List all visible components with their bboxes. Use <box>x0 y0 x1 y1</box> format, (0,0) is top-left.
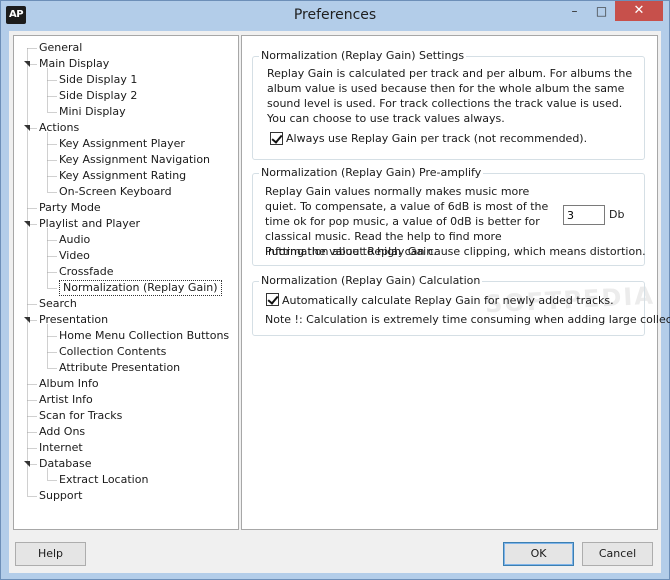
tree-item[interactable]: Actions <box>39 120 79 136</box>
tree-item[interactable]: Support <box>39 488 82 504</box>
tree-item[interactable]: General <box>39 40 82 56</box>
title-bar[interactable]: AP Preferences – □ ✕ <box>1 1 669 31</box>
tree-item[interactable]: Search <box>39 296 77 312</box>
group-replay-gain-settings: Normalization (Replay Gain) Settings Rep… <box>252 49 645 160</box>
clipping-warning: Putting the value to high can cause clip… <box>265 245 646 258</box>
help-button[interactable]: Help <box>15 542 86 566</box>
tree-item[interactable]: Internet <box>39 440 83 456</box>
replay-gain-description: Replay Gain is calculated per track and … <box>267 67 633 125</box>
ok-button[interactable]: OK <box>503 542 574 566</box>
tree-item[interactable]: Video <box>59 248 90 264</box>
tree-item[interactable]: Key Assignment Rating <box>59 168 186 184</box>
group-calculation: Normalization (Replay Gain) Calculation … <box>252 274 670 336</box>
settings-panel: SOFTPEDIA Normalization (Replay Gain) Se… <box>241 35 670 530</box>
db-unit-label: Db <box>609 208 625 221</box>
tree-item[interactable]: Database <box>39 456 92 472</box>
close-button[interactable]: ✕ <box>615 1 663 21</box>
tree-item[interactable]: Mini Display <box>59 104 126 120</box>
expand-arrow-icon[interactable] <box>24 461 30 467</box>
tree-item[interactable]: Normalization (Replay Gain) <box>59 280 222 296</box>
expand-arrow-icon[interactable] <box>24 125 30 131</box>
tree-item[interactable]: Album Info <box>39 376 99 392</box>
tree-item[interactable]: Extract Location <box>59 472 148 488</box>
group-title: Normalization (Replay Gain) Settings <box>259 49 467 62</box>
group-pre-amplify: Normalization (Replay Gain) Pre-amplify … <box>252 166 646 266</box>
pre-amplify-input[interactable] <box>563 205 605 225</box>
expand-arrow-icon[interactable] <box>24 317 30 323</box>
tree-item[interactable]: Home Menu Collection Buttons <box>59 328 229 344</box>
tree-item[interactable]: Crossfade <box>59 264 114 280</box>
category-tree[interactable]: General Main Display Side Display 1 Side Di… <box>13 35 239 530</box>
group-title: Normalization (Replay Gain) Pre-amplify <box>259 166 484 179</box>
tree-item[interactable]: Add Ons <box>39 424 85 440</box>
minimize-button[interactable]: – <box>561 1 588 21</box>
tree-item[interactable]: Side Display 1 <box>59 72 137 88</box>
tree-item[interactable]: Artist Info <box>39 392 93 408</box>
calculation-note: Note !: Calculation is extremely time co… <box>265 313 670 326</box>
tree-item[interactable]: On-Screen Keyboard <box>59 184 172 200</box>
tree-item[interactable]: Key Assignment Navigation <box>59 152 210 168</box>
maximize-button[interactable]: □ <box>588 1 615 21</box>
dialog-client-area: General Main Display Side Display 1 Side Di… <box>9 31 670 573</box>
expand-arrow-icon[interactable] <box>24 221 30 227</box>
tree-item[interactable]: Presentation <box>39 312 108 328</box>
expand-arrow-icon[interactable] <box>24 61 30 67</box>
per-track-checkbox[interactable] <box>270 132 283 145</box>
tree-item[interactable]: Key Assignment Player <box>59 136 185 152</box>
tree-item[interactable]: Playlist and Player <box>39 216 140 232</box>
group-title: Normalization (Replay Gain) Calculation <box>259 274 483 287</box>
per-track-checkbox-label[interactable]: Always use Replay Gain per track (not re… <box>286 132 587 145</box>
tree-item[interactable]: Scan for Tracks <box>39 408 122 424</box>
tree-item[interactable]: Attribute Presentation <box>59 360 180 376</box>
tree-item[interactable]: Side Display 2 <box>59 88 137 104</box>
tree-item[interactable]: Audio <box>59 232 90 248</box>
tree-item[interactable]: Collection Contents <box>59 344 166 360</box>
auto-calculate-checkbox[interactable] <box>266 293 279 306</box>
cancel-button[interactable]: Cancel <box>582 542 653 566</box>
preferences-window: AP Preferences – □ ✕ General Main Display… <box>0 0 670 580</box>
tree-item[interactable]: Party Mode <box>39 200 101 216</box>
auto-calculate-checkbox-label[interactable]: Automatically calculate Replay Gain for … <box>282 294 614 307</box>
tree-item[interactable]: Main Display <box>39 56 109 72</box>
